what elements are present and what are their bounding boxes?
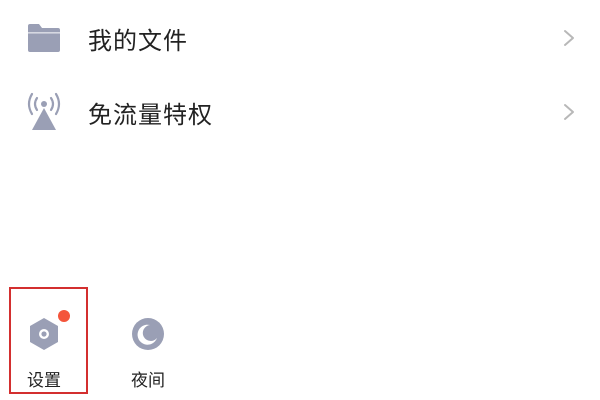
page: 我的文件 免流量特权 设置 夜间: [0, 0, 600, 400]
settings-hexagon-icon: [4, 296, 84, 376]
chevron-right-icon: [562, 28, 576, 48]
folder-icon: [24, 18, 64, 58]
menu-item-label: 我的文件: [88, 26, 188, 55]
settings-label: 设置: [27, 371, 61, 391]
night-mode-label: 夜间: [131, 371, 165, 391]
night-mode-button[interactable]: 夜间: [108, 296, 188, 400]
menu-item-label: 免流量特权: [88, 100, 213, 129]
moon-icon: [108, 296, 188, 376]
settings-button[interactable]: 设置: [4, 296, 84, 400]
menu-item-my-files[interactable]: 我的文件: [0, 0, 600, 76]
menu-item-data-free[interactable]: 免流量特权: [0, 74, 600, 150]
notification-badge: [58, 310, 70, 322]
broadcast-tower-icon: [24, 92, 64, 132]
chevron-right-icon: [562, 102, 576, 122]
